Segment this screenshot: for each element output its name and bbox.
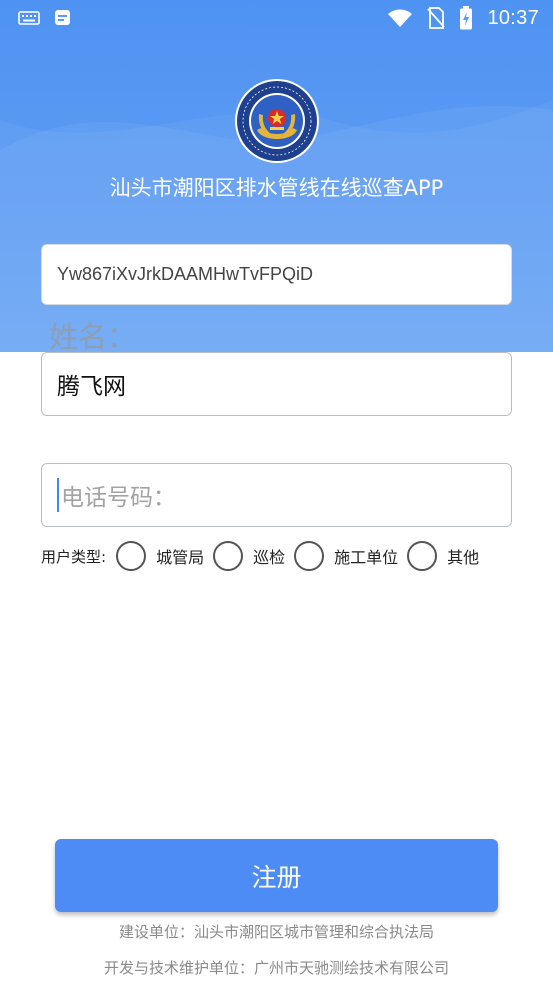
user-type-label: 用户类型: xyxy=(41,547,107,566)
app-title: 汕头市潮阳区排水管线在线巡查APP xyxy=(109,176,444,200)
radio-option-label: 巡检 xyxy=(253,548,286,567)
battery-charging-icon xyxy=(460,6,473,30)
radio-option-label: 施工单位 xyxy=(334,548,399,567)
radio-option-label: 城管局 xyxy=(156,548,205,567)
device-id-field[interactable]: Yw867iXvJrkDAAMHwTvFPQiD xyxy=(41,244,512,305)
status-bar: 10:37 xyxy=(0,0,553,38)
phone-input[interactable]: 电话号码： xyxy=(41,463,512,527)
no-sim-icon xyxy=(427,7,446,29)
construction-unit-text: 建设单位：汕头市潮阳区城市管理和综合执法局 xyxy=(118,923,434,941)
name-label: 姓名： xyxy=(49,320,137,354)
name-input[interactable]: 腾飞网 xyxy=(41,352,512,416)
wifi-icon xyxy=(388,9,413,27)
keyboard-icon xyxy=(18,10,40,25)
device-id-value: Yw867iXvJrkDAAMHwTvFPQiD xyxy=(57,264,314,284)
user-type-group: 用户类型: 城管局 巡检 施工单位 其他 xyxy=(41,540,488,572)
register-button[interactable]: 注册 xyxy=(55,839,498,912)
user-type-option-shigong[interactable]: 施工单位 xyxy=(294,541,398,571)
radio-button-icon[interactable] xyxy=(407,541,438,571)
emblem-logo xyxy=(235,79,319,163)
user-type-option-chengguanju[interactable]: 城管局 xyxy=(116,541,204,571)
notification-app-icon xyxy=(55,10,70,25)
user-type-option-qita[interactable]: 其他 xyxy=(407,541,479,571)
user-type-option-xunjian[interactable]: 巡检 xyxy=(213,541,285,571)
radio-button-icon[interactable] xyxy=(116,541,147,571)
text-caret xyxy=(57,478,59,512)
phone-input-placeholder: 电话号码： xyxy=(61,485,176,511)
status-clock: 10:37 xyxy=(487,6,539,29)
name-input-value: 腾飞网 xyxy=(57,374,126,400)
developer-unit-text: 开发与技术维护单位：广州市天驰测绘技术有限公司 xyxy=(103,959,449,977)
radio-button-icon[interactable] xyxy=(294,541,325,571)
radio-button-icon[interactable] xyxy=(213,541,244,571)
radio-option-label: 其他 xyxy=(447,548,480,567)
